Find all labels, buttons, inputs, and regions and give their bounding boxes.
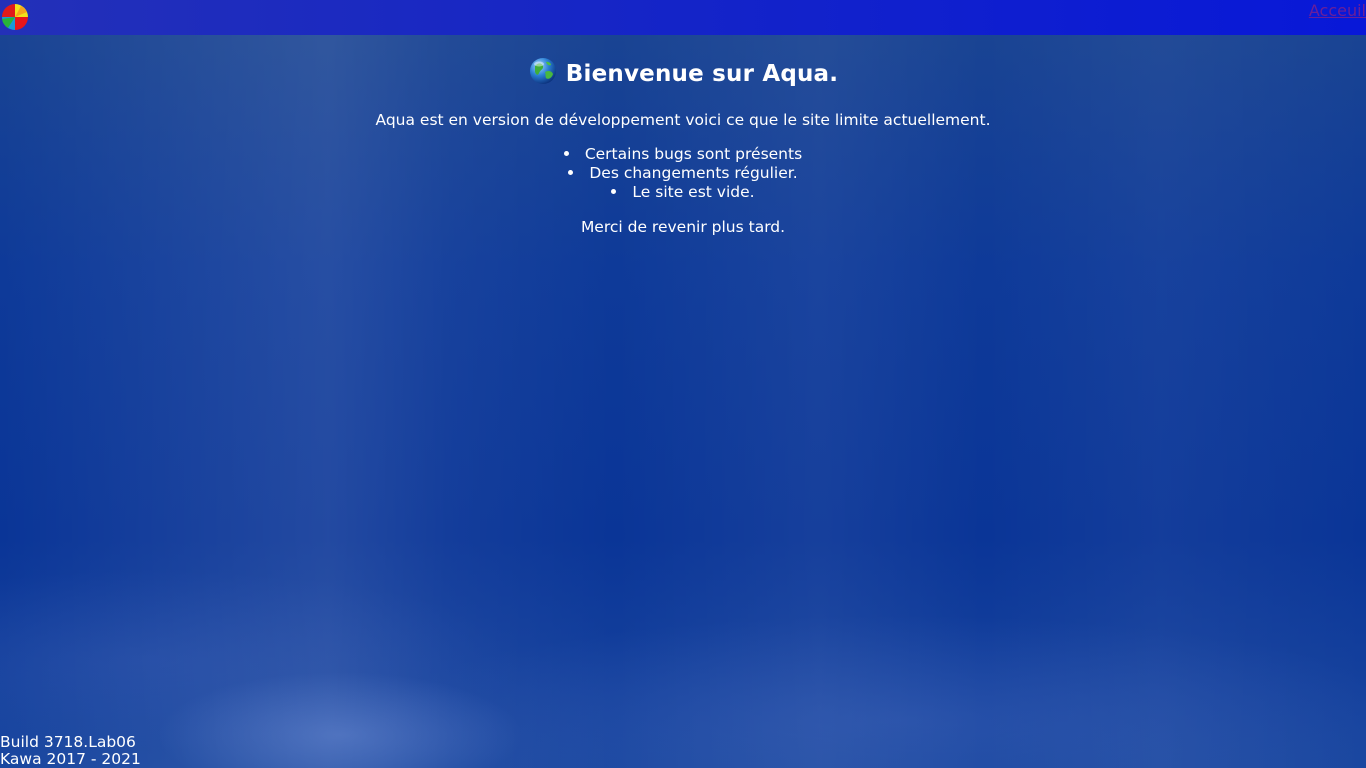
welcome-section: Bienvenue sur Aqua. Aqua est en version … <box>0 54 1366 237</box>
top-bar: Acceuil <box>0 0 1366 35</box>
page-title-text: Bienvenue sur Aqua. <box>565 61 839 87</box>
globe-icon <box>528 56 558 86</box>
intro-text: Aqua est en version de développement voi… <box>375 111 991 129</box>
closing-text: Merci de revenir plus tard. <box>580 218 786 236</box>
build-number: Build 3718.Lab06 <box>0 733 136 751</box>
list-item-text: Certains bugs sont présents <box>584 145 803 163</box>
list-item-text: Le site est vide. <box>632 183 755 201</box>
bullet-icon <box>611 189 617 194</box>
list-item: Certains bugs sont présents <box>0 145 1366 164</box>
list-item: Le site est vide. <box>0 183 1366 202</box>
copyright: Kawa 2017 - 2021 <box>0 750 141 768</box>
bullet-icon <box>568 170 574 175</box>
color-wheel-logo-icon[interactable] <box>0 3 30 31</box>
list-item-text: Des changements régulier. <box>589 164 798 182</box>
bullet-icon <box>563 151 569 156</box>
home-link[interactable]: Acceuil <box>1309 1 1366 20</box>
limitations-list: Certains bugs sont présents Des changeme… <box>0 145 1366 202</box>
list-item: Des changements régulier. <box>0 164 1366 183</box>
footer: Build 3718.Lab06 Kawa 2017 - 2021 <box>0 734 141 768</box>
page-title: Bienvenue sur Aqua. <box>0 54 1366 94</box>
